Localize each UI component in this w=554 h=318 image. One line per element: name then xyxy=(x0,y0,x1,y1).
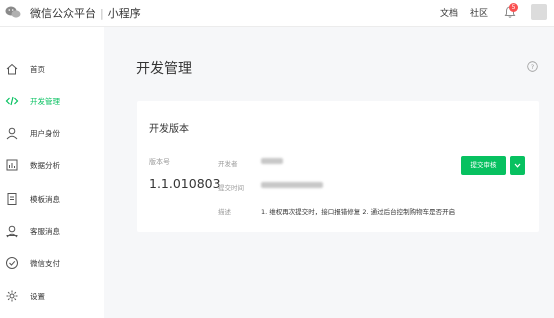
sidebar-item-label: 开发管理 xyxy=(30,97,60,106)
sidebar-item-wechat-pay[interactable]: 微信支付 xyxy=(0,254,104,274)
submit-time-label: 提交时间 xyxy=(218,184,244,192)
version-label: 版本号 xyxy=(149,158,170,166)
chevron-down-icon xyxy=(514,163,521,168)
dev-version-title: 开发版本 xyxy=(149,124,189,135)
notification-badge: 5 xyxy=(509,3,518,12)
gear-icon xyxy=(6,290,18,302)
app-type: 小程序 xyxy=(107,7,141,20)
top-bar: 微信公众平台 | 小程序 文档 社区 5 xyxy=(0,0,554,27)
sidebar-item-label: 首页 xyxy=(30,65,45,74)
description-label: 描述 xyxy=(218,208,231,216)
help-icon[interactable]: ? xyxy=(527,61,538,72)
sidebar-item-user-identity[interactable]: 用户身份 xyxy=(0,124,104,144)
community-link[interactable]: 社区 xyxy=(470,6,488,19)
docs-link[interactable]: 文档 xyxy=(440,6,458,19)
sidebar-item-home[interactable]: 首页 xyxy=(0,60,104,80)
developer-name-redacted xyxy=(261,158,283,164)
wechat-logo-icon[interactable] xyxy=(5,4,21,20)
sidebar-item-label: 用户身份 xyxy=(30,129,60,138)
sidebar-item-dev-management[interactable]: 开发管理 xyxy=(0,92,104,112)
user-icon xyxy=(6,127,18,140)
home-icon xyxy=(6,63,18,75)
chart-icon xyxy=(6,159,18,171)
sidebar-item-data-analysis[interactable]: 数据分析 xyxy=(0,156,104,176)
svg-text:?: ? xyxy=(531,63,534,71)
sidebar-item-template-messages[interactable]: 模板消息 xyxy=(0,190,104,210)
code-icon xyxy=(5,96,19,106)
sidebar-item-settings[interactable]: 设置 xyxy=(0,287,104,307)
description-text: 1. 维权再次提交时，接口报错修复 2. 通过后台控制购物车是否开启 xyxy=(261,208,456,216)
sidebar-item-label: 客服消息 xyxy=(30,227,60,236)
submit-review-button[interactable]: 提交审核 xyxy=(461,156,506,175)
brand-separator: | xyxy=(100,7,104,20)
submit-time-redacted xyxy=(261,182,323,188)
sidebar-item-label: 设置 xyxy=(30,292,45,301)
developer-label: 开发者 xyxy=(218,160,238,168)
service-icon xyxy=(6,225,18,238)
platform-name[interactable]: 微信公众平台 xyxy=(30,7,96,20)
sidebar-item-customer-service[interactable]: 客服消息 xyxy=(0,222,104,242)
pay-icon xyxy=(6,257,18,269)
avatar[interactable] xyxy=(531,4,547,20)
page-title: 开发管理 xyxy=(136,61,192,77)
sidebar-item-label: 数据分析 xyxy=(30,161,60,170)
document-icon xyxy=(7,193,17,205)
brand: 微信公众平台 | 小程序 xyxy=(30,5,141,21)
sidebar-item-label: 微信支付 xyxy=(30,259,60,268)
sidebar-item-label: 模板消息 xyxy=(30,195,60,204)
version-number: 1.1.010803 xyxy=(149,176,221,191)
more-actions-button[interactable] xyxy=(510,156,525,175)
